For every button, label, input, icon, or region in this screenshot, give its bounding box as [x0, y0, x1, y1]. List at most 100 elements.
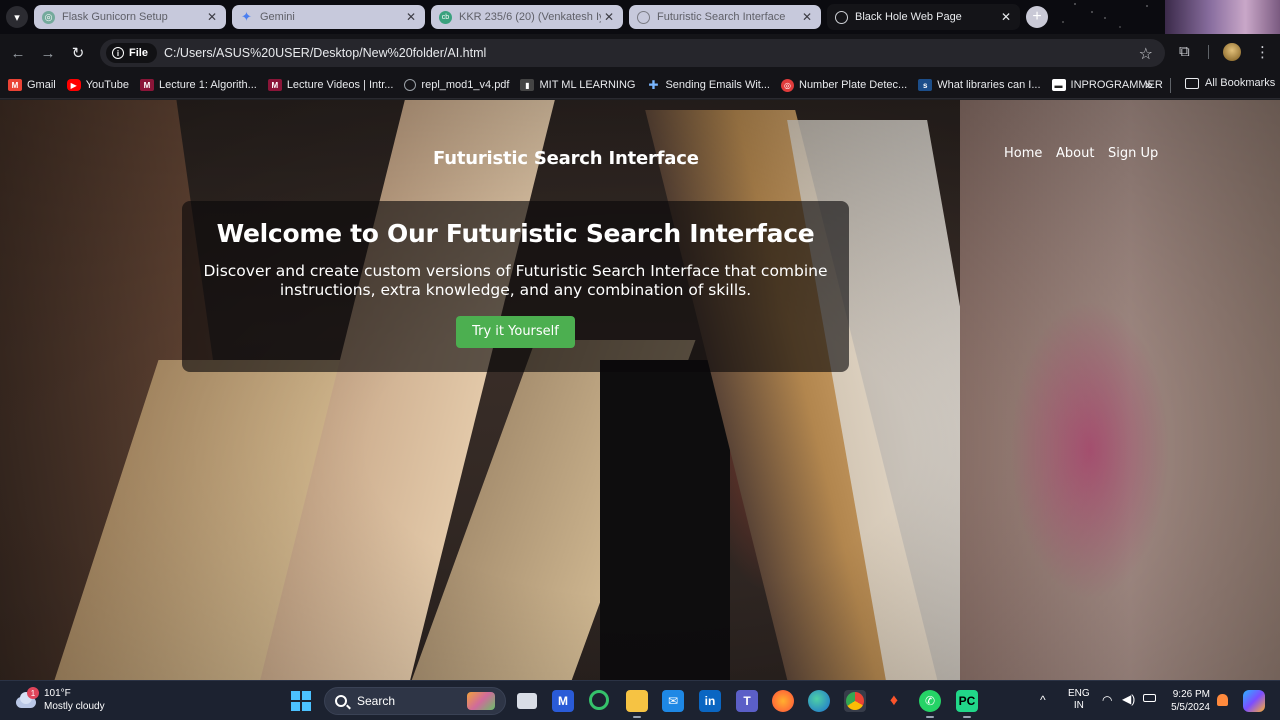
- pycharm-icon[interactable]: PC: [956, 690, 978, 718]
- browser-toolbar: ← → ↻ i File C:/Users/ASUS%20USER/Deskto…: [0, 34, 1280, 72]
- bookmark-gmail[interactable]: M Gmail: [8, 79, 56, 91]
- battery-icon[interactable]: [1143, 694, 1156, 702]
- scheme-label: File: [129, 47, 148, 59]
- whatsapp-icon[interactable]: ✆: [919, 690, 941, 718]
- nav-home-link[interactable]: Home: [1004, 146, 1042, 161]
- close-tab-icon[interactable]: ✕: [403, 10, 419, 24]
- profile-avatar[interactable]: [1223, 43, 1241, 61]
- all-bookmarks-button[interactable]: All Bookmarks: [1185, 77, 1275, 89]
- bookmark-star-icon[interactable]: ☆: [1139, 44, 1153, 64]
- gmail-icon: M: [8, 79, 22, 91]
- copilot-app-icon[interactable]: M: [552, 690, 574, 712]
- opencv-icon: ◎: [781, 78, 794, 92]
- hero-heading: Welcome to Our Futuristic Search Interfa…: [216, 219, 815, 248]
- tab-strip: ▾ ◎ Flask Gunicorn Setup ✕ ✦ Gemini ✕ cb…: [0, 0, 1280, 34]
- nav-signup-link[interactable]: Sign Up: [1108, 146, 1158, 161]
- weather-temp: 101°F: [44, 688, 71, 699]
- copilot-icon[interactable]: [1243, 690, 1265, 712]
- circle-app-icon[interactable]: [589, 690, 609, 710]
- cricbuzz-icon: cb: [439, 10, 452, 24]
- close-tab-icon[interactable]: ✕: [998, 10, 1014, 24]
- site-info-chip[interactable]: i File: [106, 43, 157, 63]
- teams-icon[interactable]: T: [736, 690, 758, 712]
- bookmark-lecture-1[interactable]: M Lecture 1: Algorith...: [139, 79, 257, 91]
- weather-widget[interactable]: 1 101°F Mostly cloudy: [14, 687, 105, 713]
- weather-condition: Mostly cloudy: [44, 701, 105, 712]
- bookmark-label: Number Plate Detec...: [799, 79, 908, 91]
- address-bar[interactable]: i File C:/Users/ASUS%20USER/Desktop/New%…: [100, 39, 1165, 67]
- wifi-icon[interactable]: ◠: [1102, 693, 1112, 707]
- bookmark-label: Lecture 1: Algorith...: [158, 79, 257, 91]
- try-it-yourself-button[interactable]: Try it Yourself: [456, 316, 575, 348]
- language-code: ENG: [1068, 688, 1090, 699]
- mail-icon[interactable]: ✉: [662, 690, 684, 712]
- tab-flask-gunicorn-setup[interactable]: ◎ Flask Gunicorn Setup ✕: [34, 5, 226, 29]
- bookmarks-divider: [1170, 78, 1171, 93]
- clock-time: 9:26 PM: [1172, 689, 1210, 700]
- so-icon: s: [918, 79, 933, 91]
- tab-black-hole[interactable]: Black Hole Web Page ✕: [827, 4, 1020, 30]
- cloud-icon: 1: [14, 687, 39, 709]
- firefox-icon[interactable]: [772, 690, 794, 712]
- volume-icon[interactable]: ◀): [1122, 692, 1135, 706]
- mit-icon: M: [139, 79, 154, 91]
- bookmark-number-plate[interactable]: ◎ Number Plate Detec...: [781, 78, 908, 92]
- url-text[interactable]: C:/Users/ASUS%20USER/Desktop/New%20folde…: [164, 46, 486, 60]
- search-label: Search: [357, 694, 396, 708]
- region-code: IN: [1073, 700, 1084, 711]
- bookmark-lecture-videos[interactable]: M Lecture Videos | Intr...: [267, 79, 393, 91]
- mit-icon: M: [267, 79, 282, 91]
- show-hidden-icons[interactable]: ^: [1040, 693, 1046, 707]
- taskbar-search[interactable]: Search: [324, 687, 506, 715]
- nav-about-link[interactable]: About: [1056, 146, 1094, 161]
- extensions-icon[interactable]: ⧉: [1179, 43, 1190, 60]
- tab-label: KKR 235/6 (20) (Venkatesh Iyer: [459, 11, 601, 23]
- search-highlight-icon: [467, 692, 495, 710]
- clock-date: 5/5/2024: [1171, 702, 1210, 713]
- close-tab-icon[interactable]: ✕: [204, 10, 220, 24]
- back-arrow-icon[interactable]: ←: [8, 43, 28, 63]
- windows-start-icon[interactable]: [291, 691, 311, 711]
- site-title[interactable]: Futuristic Search Interface: [433, 148, 699, 169]
- new-tab-button[interactable]: +: [1026, 6, 1048, 28]
- chrome-icon[interactable]: [844, 690, 866, 712]
- brave-icon[interactable]: ♦: [883, 690, 905, 712]
- reload-icon[interactable]: ↻: [68, 43, 88, 63]
- language-indicator[interactable]: ENG IN: [1068, 688, 1090, 712]
- tab-search-button[interactable]: ▾: [6, 6, 28, 28]
- bookmarks-bar: M Gmail ▶ YouTube M Lecture 1: Algorith.…: [0, 72, 1280, 99]
- globe-icon: [835, 10, 848, 24]
- file-explorer-icon[interactable]: [626, 690, 648, 718]
- tab-label: Flask Gunicorn Setup: [62, 11, 168, 23]
- bookmark-youtube[interactable]: ▶ YouTube: [66, 79, 129, 91]
- more-menu-icon[interactable]: ⋮: [1255, 43, 1270, 61]
- all-bookmarks-label: All Bookmarks: [1205, 77, 1276, 89]
- bookmark-mit-ml[interactable]: ▮ MIT ML LEARNING: [520, 79, 635, 91]
- globe-icon: [404, 79, 417, 91]
- task-view-icon[interactable]: [517, 693, 537, 709]
- folder-icon: [1185, 77, 1199, 89]
- system-clock[interactable]: 9:26 PM 5/5/2024: [1170, 688, 1210, 714]
- bookmark-label: YouTube: [85, 79, 129, 91]
- tab-kkr-score[interactable]: cb KKR 235/6 (20) (Venkatesh Iyer ✕: [431, 5, 623, 29]
- bookmark-what-libraries[interactable]: s What libraries can I...: [918, 79, 1041, 91]
- close-tab-icon[interactable]: ✕: [601, 10, 617, 24]
- more-bookmarks-icon[interactable]: »: [1145, 76, 1153, 92]
- bookmark-label: MIT ML LEARNING: [539, 79, 636, 91]
- bookmark-repl-pdf[interactable]: repl_mod1_v4.pdf: [404, 79, 509, 91]
- bookmark-label: Gmail: [27, 79, 56, 91]
- linkedin-icon[interactable]: in: [699, 690, 721, 712]
- edge-icon[interactable]: [808, 690, 830, 712]
- tab-label: Futuristic Search Interface: [657, 11, 786, 23]
- tab-gemini[interactable]: ✦ Gemini ✕: [232, 5, 425, 29]
- hero-panel: Welcome to Our Futuristic Search Interfa…: [182, 201, 849, 372]
- chatgpt-icon: ◎: [42, 10, 55, 24]
- bookmark-sending-emails[interactable]: ✚ Sending Emails Wit...: [646, 78, 770, 92]
- windows-taskbar: 1 101°F Mostly cloudy Search M ✉ in T ♦ …: [0, 680, 1280, 720]
- forward-arrow-icon[interactable]: →: [38, 43, 58, 63]
- gemini-icon: ✦: [241, 9, 252, 24]
- blue-cross-icon: ✚: [648, 78, 659, 92]
- close-tab-icon[interactable]: ✕: [799, 10, 815, 24]
- tab-futuristic-search[interactable]: Futuristic Search Interface ✕: [629, 5, 821, 29]
- notification-bell-icon[interactable]: [1217, 694, 1228, 706]
